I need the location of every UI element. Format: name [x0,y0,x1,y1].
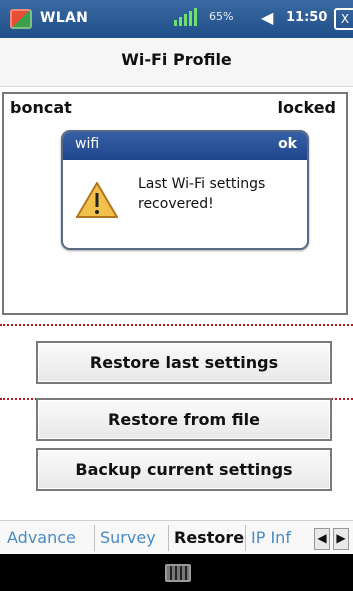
dialog-message-line2: recovered! [138,196,214,212]
tab-restore[interactable]: Restore [170,525,246,551]
close-icon[interactable]: X [334,8,353,30]
profile-state: locked [277,98,336,117]
dotted-marker [0,324,353,326]
dialog-message: Last Wi-Fi settings recovered! [138,174,265,214]
signal-icon [174,8,197,26]
dialog-message-line1: Last Wi-Fi settings [138,176,266,192]
battery-percentage: 65% [209,10,234,23]
clock-time[interactable]: 11:50 [286,10,327,25]
profile-ssid: boncat [10,98,72,117]
restore-last-settings-button[interactable]: Restore last settings [36,341,332,384]
dialog-title: wifi [75,136,100,152]
page-title: Wi-Fi Profile [121,50,232,69]
warning-icon [76,182,118,218]
status-bar: WLAN 65% ◀ 11:50 X [0,0,353,38]
speaker-icon[interactable]: ◀ [261,8,273,27]
tab-ip-info[interactable]: IP Inf [247,525,301,551]
backup-current-settings-button[interactable]: Backup current settings [36,448,332,491]
restore-from-file-button[interactable]: Restore from file [36,398,332,441]
dialog-titlebar: wifi ok [63,132,307,160]
app-title: WLAN [40,10,89,26]
tab-advance[interactable]: Advance [3,525,95,551]
keyboard-icon[interactable] [165,564,191,582]
windows-start-icon[interactable] [10,9,32,29]
tab-scroll-left-icon[interactable]: ◀ [314,528,330,550]
dialog-ok-button[interactable]: ok [278,136,297,152]
tab-scroll-right-icon[interactable]: ▶ [333,528,349,550]
profile-header: Wi-Fi Profile [0,38,353,87]
battery-icon: 65% [209,10,233,23]
restore-dialog: wifi ok Last Wi-Fi settings recovered! [61,130,309,250]
bottom-bar [0,554,353,591]
tab-bar: Advance Survey Restore IP Inf ◀ ▶ [0,520,353,555]
tab-survey[interactable]: Survey [96,525,169,551]
profile-row[interactable]: boncat locked [4,98,346,120]
